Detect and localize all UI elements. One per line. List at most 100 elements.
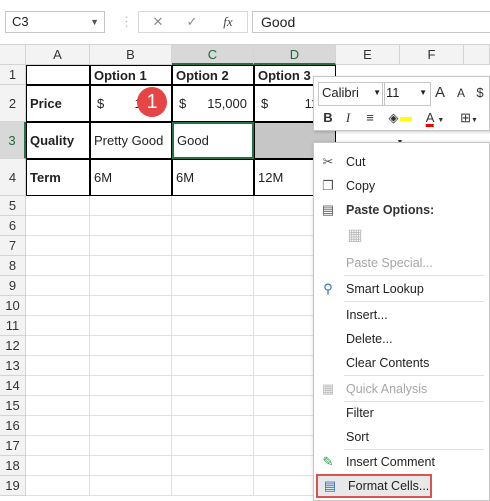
font-size-dropdown[interactable]: 11 ▼ — [382, 82, 431, 106]
cell-a4[interactable]: Term — [26, 159, 90, 196]
grow-font-icon[interactable]: A — [430, 82, 450, 104]
grid-cell[interactable] — [26, 296, 90, 316]
grid-cell[interactable] — [172, 236, 254, 256]
menu-item-insert-comment[interactable]: ✎ Insert Comment — [314, 450, 490, 474]
grid-cell[interactable] — [90, 476, 172, 496]
grid-cell[interactable] — [90, 356, 172, 376]
cell-a3[interactable]: Quality — [26, 122, 90, 159]
row-header-13[interactable]: 13 — [0, 356, 26, 376]
menu-item-clear-contents[interactable]: Clear Contents — [314, 351, 490, 375]
cell-b1[interactable]: Option 1 — [90, 65, 172, 85]
chevron-down-icon[interactable]: ▼ — [90, 12, 99, 32]
grid-cell[interactable] — [90, 216, 172, 236]
grid-cell[interactable] — [172, 256, 254, 276]
grid-cell[interactable] — [26, 476, 90, 496]
grid-cell[interactable] — [90, 276, 172, 296]
cell-c4[interactable]: 6M — [172, 159, 254, 196]
row-header-4[interactable]: 4 — [0, 159, 26, 196]
menu-item-quick-analysis[interactable]: ▦ Quick Analysis — [314, 377, 490, 401]
grid-cell[interactable] — [90, 396, 172, 416]
row-header-12[interactable]: 12 — [0, 336, 26, 356]
grid-cell[interactable] — [172, 396, 254, 416]
grid-cell[interactable] — [90, 256, 172, 276]
menu-item-delete[interactable]: Delete... — [314, 327, 490, 351]
grid-cell[interactable] — [172, 416, 254, 436]
grid-cell[interactable] — [90, 196, 172, 216]
menu-item-cut[interactable]: ✂ Cut — [314, 150, 490, 174]
grid-cell[interactable] — [172, 296, 254, 316]
grid-cell[interactable] — [26, 276, 90, 296]
grid-cell[interactable] — [90, 416, 172, 436]
row-header-15[interactable]: 15 — [0, 396, 26, 416]
cell-a1[interactable] — [26, 65, 90, 85]
row-header-10[interactable]: 10 — [0, 296, 26, 316]
row-header-2[interactable]: 2 — [0, 85, 26, 122]
font-color-icon[interactable]: A ▼ — [420, 107, 450, 129]
row-header-7[interactable]: 7 — [0, 236, 26, 256]
grid-cell[interactable] — [172, 476, 254, 496]
bold-button[interactable]: B — [318, 107, 338, 129]
grid-cell[interactable] — [172, 436, 254, 456]
menu-item-insert[interactable]: Insert... — [314, 303, 490, 327]
formula-input[interactable]: Good — [252, 11, 490, 33]
name-box[interactable]: C3 ▼ — [5, 11, 105, 33]
grid-cell[interactable] — [90, 296, 172, 316]
grid-cell[interactable] — [26, 236, 90, 256]
column-header-a[interactable]: A — [26, 45, 90, 65]
grid-cell[interactable] — [172, 216, 254, 236]
column-header-c[interactable]: C — [172, 45, 254, 65]
insert-function-button[interactable]: fx — [213, 12, 243, 32]
row-header-11[interactable]: 11 — [0, 316, 26, 336]
select-all-corner[interactable] — [0, 45, 26, 65]
grid-cell[interactable] — [26, 456, 90, 476]
cell-b4[interactable]: 6M — [90, 159, 172, 196]
row-header-8[interactable]: 8 — [0, 256, 26, 276]
row-header-17[interactable]: 17 — [0, 436, 26, 456]
paste-icon[interactable]: ▦ — [344, 224, 366, 248]
grid-cell[interactable] — [172, 316, 254, 336]
grid-cell[interactable] — [172, 196, 254, 216]
shrink-font-icon[interactable]: A — [452, 82, 470, 104]
grid-cell[interactable] — [90, 456, 172, 476]
italic-button[interactable]: I — [338, 107, 358, 129]
menu-item-paste-special[interactable]: Paste Special... — [314, 251, 490, 275]
grid-cell[interactable] — [90, 316, 172, 336]
align-center-icon[interactable]: ≡ — [358, 107, 382, 129]
grid-cell[interactable] — [26, 376, 90, 396]
grid-cell[interactable] — [26, 436, 90, 456]
grid-cell[interactable] — [172, 276, 254, 296]
cell-c3-active[interactable]: Good — [172, 122, 254, 159]
row-header-1[interactable]: 1 — [0, 65, 26, 85]
menu-item-sort[interactable]: Sort — [314, 425, 490, 449]
column-header-f[interactable]: F — [400, 45, 464, 65]
grid-cell[interactable] — [172, 456, 254, 476]
cell-c1[interactable]: Option 2 — [172, 65, 254, 85]
enter-icon[interactable]: ✓ — [177, 12, 207, 32]
row-header-16[interactable]: 16 — [0, 416, 26, 436]
grid-cell[interactable] — [26, 336, 90, 356]
row-header-19[interactable]: 19 — [0, 476, 26, 496]
menu-item-filter[interactable]: Filter — [314, 401, 490, 425]
row-header-3[interactable]: 3 — [0, 122, 26, 159]
grid-cell[interactable] — [172, 376, 254, 396]
row-header-9[interactable]: 9 — [0, 276, 26, 296]
borders-icon[interactable]: ⊞▼ — [454, 107, 484, 129]
grid-cell[interactable] — [172, 336, 254, 356]
menu-item-copy[interactable]: ❐ Copy — [314, 174, 490, 198]
font-name-dropdown[interactable]: Calibri ▼ — [318, 82, 385, 106]
grid-cell[interactable] — [90, 436, 172, 456]
row-header-5[interactable]: 5 — [0, 196, 26, 216]
column-header-b[interactable]: B — [90, 45, 172, 65]
cancel-icon[interactable]: ✕ — [143, 12, 173, 32]
column-header-g[interactable] — [464, 45, 490, 65]
cell-a2[interactable]: Price — [26, 85, 90, 122]
grid-cell[interactable] — [26, 216, 90, 236]
cell-b3[interactable]: Pretty Good — [90, 122, 172, 159]
row-header-18[interactable]: 18 — [0, 456, 26, 476]
menu-item-format-cells[interactable]: ▤ Format Cells... — [316, 474, 432, 498]
column-header-d[interactable]: D — [254, 45, 336, 65]
grid-cell[interactable] — [26, 196, 90, 216]
grid-cell[interactable] — [90, 336, 172, 356]
grid-cell[interactable] — [172, 356, 254, 376]
grid-cell[interactable] — [90, 236, 172, 256]
